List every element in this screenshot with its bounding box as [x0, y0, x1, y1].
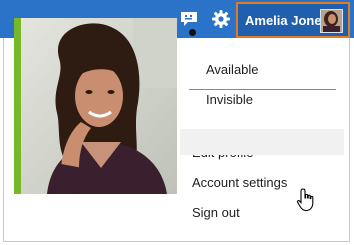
chat-bubble-icon[interactable]	[179, 9, 199, 29]
account-settings-hover-row[interactable]	[180, 129, 344, 155]
selected-status-dot	[189, 29, 196, 36]
gear-icon[interactable]	[211, 9, 231, 29]
profile-photo[interactable]	[21, 18, 177, 194]
user-account-button[interactable]: Amelia Jones	[236, 2, 350, 38]
user-avatar	[320, 9, 343, 33]
menu-divider	[189, 89, 336, 90]
accent-bar	[14, 18, 21, 194]
status-invisible[interactable]: Invisible	[206, 92, 253, 108]
sign-out-link[interactable]: Sign out	[192, 205, 240, 221]
hand-cursor-icon	[296, 188, 314, 212]
user-name: Amelia Jones	[245, 13, 329, 28]
account-settings-link[interactable]: Account settings	[192, 175, 287, 191]
status-available[interactable]: Available	[206, 62, 259, 78]
